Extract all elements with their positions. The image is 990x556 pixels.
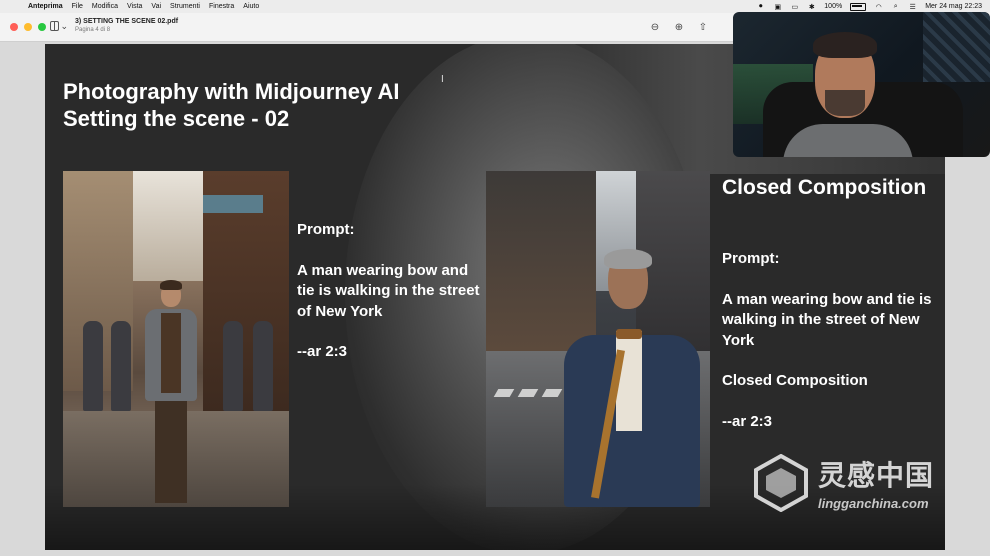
menu-item-file[interactable]: File	[72, 3, 83, 10]
webcam-person-hair	[813, 32, 877, 58]
photo-pedestrian	[253, 321, 273, 411]
watermark: 灵感中国 lingganchina.com	[752, 452, 972, 522]
menu-datetime[interactable]: Mer 24 mag 22:23	[925, 3, 982, 10]
photo-pedestrian	[111, 321, 131, 411]
menu-item-strumenti[interactable]: Strumenti	[170, 3, 200, 10]
webcam-overlay	[733, 12, 990, 157]
zoom-in-icon[interactable]: ⊕	[672, 20, 686, 34]
text-cursor-icon: I	[441, 74, 444, 85]
watermark-logo-icon	[754, 454, 808, 512]
webcam-person-shirt	[783, 124, 913, 157]
prompt-text: A man wearing bow and tie is walking in …	[722, 290, 932, 349]
menu-item-vai[interactable]: Vai	[151, 3, 161, 10]
toolbar: ⊖ ⊕ ⇧	[648, 20, 710, 34]
prompt-param: --ar 2:3	[297, 343, 348, 360]
page-indicator: Pagina 4 di 8	[75, 27, 111, 33]
sidebar-toggle-button[interactable]: ⌄	[50, 20, 68, 32]
subject-bow-tie	[616, 329, 642, 339]
subject-legs	[155, 399, 187, 503]
battery-percent: 100%	[824, 3, 843, 10]
slide-title-line1: Photography with Midjourney AI	[63, 79, 400, 104]
photo-pedestrian	[223, 321, 243, 411]
subject-hair	[160, 280, 182, 290]
photo-sign	[203, 195, 263, 213]
subject-vest	[161, 313, 181, 393]
traffic-lights	[10, 23, 46, 31]
photo-open-composition	[63, 171, 289, 507]
minimize-button[interactable]	[24, 23, 32, 31]
share-icon[interactable]: ⇧	[696, 20, 710, 34]
photo-sky	[133, 171, 203, 281]
zoom-button[interactable]	[38, 23, 46, 31]
photo-pedestrian	[83, 321, 103, 411]
photo-closed-composition	[486, 171, 710, 507]
display-icon[interactable]: ▭	[790, 3, 799, 11]
watermark-cn: 灵感中国	[818, 459, 935, 492]
document-title: 3) SETTING THE SCENE 02.pdf	[75, 18, 179, 25]
prompt-param: --ar 2:3	[722, 412, 773, 430]
webcam-background-lamp	[923, 12, 990, 82]
menu-app-name[interactable]: Anteprima	[28, 3, 63, 10]
wifi-icon[interactable]: ◠	[874, 3, 883, 11]
watermark-en: lingganchina.com	[818, 496, 929, 511]
prompt-block-right: Prompt: A man wearing bow and tie is wal…	[722, 249, 932, 452]
prompt-label: Prompt:	[297, 221, 355, 238]
zoom-out-icon[interactable]: ⊖	[648, 20, 662, 34]
photo-subject	[141, 280, 201, 507]
prompt-label: Prompt:	[722, 250, 780, 267]
composition-label: Closed Composition	[722, 372, 868, 389]
bluetooth-icon[interactable]: ✱	[807, 3, 816, 11]
prompt-block-left: Prompt: A man wearing bow and tie is wal…	[297, 220, 487, 383]
battery-icon[interactable]	[850, 2, 867, 11]
slide-title: Photography with Midjourney AI Setting t…	[63, 78, 400, 132]
search-icon[interactable]: ⌕	[891, 3, 900, 10]
subject-shirt	[616, 331, 642, 431]
subject-hair	[604, 249, 652, 269]
menu-item-finestra[interactable]: Finestra	[209, 3, 234, 10]
menu-item-vista[interactable]: Vista	[127, 3, 142, 10]
menu-item-modifica[interactable]: Modifica	[92, 3, 118, 10]
sidebar-icon	[50, 21, 60, 31]
screen-icon[interactable]: ▣	[773, 3, 782, 11]
close-button[interactable]	[10, 23, 18, 31]
webcam-person-beard	[825, 90, 865, 116]
closed-composition-heading: Closed Composition	[722, 176, 927, 199]
photo-subject	[560, 249, 700, 507]
slide-title-line2: Setting the scene - 02	[63, 106, 290, 131]
record-icon[interactable]: ⏺	[756, 3, 765, 10]
menu-item-aiuto[interactable]: Aiuto	[243, 3, 259, 10]
prompt-text: A man wearing bow and tie is walking in …	[297, 261, 480, 320]
chevron-down-icon: ⌄	[60, 20, 68, 31]
control-center-icon[interactable]: ☰	[908, 3, 917, 11]
